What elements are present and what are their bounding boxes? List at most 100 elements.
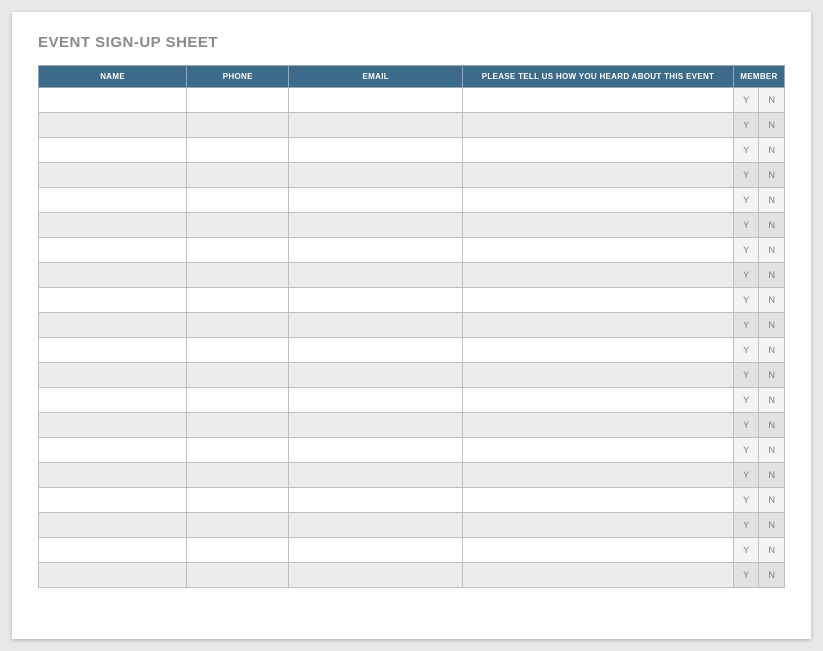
cell-email[interactable]	[289, 413, 463, 438]
cell-name[interactable]	[39, 138, 187, 163]
cell-email[interactable]	[289, 113, 463, 138]
cell-member-yes[interactable]: Y	[733, 463, 759, 488]
cell-member-yes[interactable]: Y	[733, 413, 759, 438]
cell-member-yes[interactable]: Y	[733, 488, 759, 513]
cell-name[interactable]	[39, 163, 187, 188]
cell-heard[interactable]	[463, 163, 734, 188]
cell-member-yes[interactable]: Y	[733, 163, 759, 188]
cell-phone[interactable]	[187, 563, 289, 588]
cell-heard[interactable]	[463, 113, 734, 138]
cell-member-no[interactable]: N	[759, 138, 785, 163]
cell-heard[interactable]	[463, 413, 734, 438]
cell-member-no[interactable]: N	[759, 288, 785, 313]
cell-email[interactable]	[289, 513, 463, 538]
cell-member-no[interactable]: N	[759, 238, 785, 263]
cell-member-no[interactable]: N	[759, 163, 785, 188]
cell-email[interactable]	[289, 313, 463, 338]
cell-email[interactable]	[289, 263, 463, 288]
cell-member-no[interactable]: N	[759, 88, 785, 113]
cell-name[interactable]	[39, 263, 187, 288]
cell-member-yes[interactable]: Y	[733, 338, 759, 363]
cell-member-no[interactable]: N	[759, 488, 785, 513]
cell-member-yes[interactable]: Y	[733, 538, 759, 563]
cell-heard[interactable]	[463, 513, 734, 538]
cell-phone[interactable]	[187, 213, 289, 238]
cell-phone[interactable]	[187, 138, 289, 163]
cell-phone[interactable]	[187, 463, 289, 488]
cell-member-no[interactable]: N	[759, 338, 785, 363]
cell-member-no[interactable]: N	[759, 313, 785, 338]
cell-email[interactable]	[289, 463, 463, 488]
cell-email[interactable]	[289, 188, 463, 213]
cell-phone[interactable]	[187, 363, 289, 388]
cell-heard[interactable]	[463, 138, 734, 163]
cell-name[interactable]	[39, 538, 187, 563]
cell-member-yes[interactable]: Y	[733, 238, 759, 263]
cell-name[interactable]	[39, 388, 187, 413]
cell-email[interactable]	[289, 238, 463, 263]
cell-phone[interactable]	[187, 538, 289, 563]
cell-email[interactable]	[289, 88, 463, 113]
cell-phone[interactable]	[187, 338, 289, 363]
cell-name[interactable]	[39, 563, 187, 588]
cell-phone[interactable]	[187, 288, 289, 313]
cell-heard[interactable]	[463, 488, 734, 513]
cell-member-no[interactable]: N	[759, 463, 785, 488]
cell-heard[interactable]	[463, 213, 734, 238]
cell-heard[interactable]	[463, 363, 734, 388]
cell-member-no[interactable]: N	[759, 188, 785, 213]
cell-name[interactable]	[39, 113, 187, 138]
cell-heard[interactable]	[463, 313, 734, 338]
cell-name[interactable]	[39, 188, 187, 213]
cell-phone[interactable]	[187, 113, 289, 138]
cell-email[interactable]	[289, 488, 463, 513]
cell-heard[interactable]	[463, 238, 734, 263]
cell-member-yes[interactable]: Y	[733, 563, 759, 588]
cell-phone[interactable]	[187, 413, 289, 438]
cell-member-no[interactable]: N	[759, 563, 785, 588]
cell-phone[interactable]	[187, 513, 289, 538]
cell-heard[interactable]	[463, 388, 734, 413]
cell-member-yes[interactable]: Y	[733, 288, 759, 313]
cell-member-no[interactable]: N	[759, 113, 785, 138]
cell-email[interactable]	[289, 163, 463, 188]
cell-email[interactable]	[289, 288, 463, 313]
cell-email[interactable]	[289, 563, 463, 588]
cell-email[interactable]	[289, 438, 463, 463]
cell-email[interactable]	[289, 538, 463, 563]
cell-heard[interactable]	[463, 463, 734, 488]
cell-member-no[interactable]: N	[759, 513, 785, 538]
cell-phone[interactable]	[187, 88, 289, 113]
cell-name[interactable]	[39, 413, 187, 438]
cell-member-yes[interactable]: Y	[733, 438, 759, 463]
cell-name[interactable]	[39, 363, 187, 388]
cell-heard[interactable]	[463, 288, 734, 313]
cell-member-no[interactable]: N	[759, 363, 785, 388]
cell-name[interactable]	[39, 488, 187, 513]
cell-name[interactable]	[39, 338, 187, 363]
cell-email[interactable]	[289, 138, 463, 163]
cell-member-no[interactable]: N	[759, 213, 785, 238]
cell-name[interactable]	[39, 463, 187, 488]
cell-phone[interactable]	[187, 188, 289, 213]
cell-member-yes[interactable]: Y	[733, 513, 759, 538]
cell-phone[interactable]	[187, 388, 289, 413]
cell-phone[interactable]	[187, 238, 289, 263]
cell-phone[interactable]	[187, 438, 289, 463]
cell-name[interactable]	[39, 213, 187, 238]
cell-phone[interactable]	[187, 313, 289, 338]
cell-member-yes[interactable]: Y	[733, 88, 759, 113]
cell-member-no[interactable]: N	[759, 263, 785, 288]
cell-name[interactable]	[39, 313, 187, 338]
cell-member-yes[interactable]: Y	[733, 213, 759, 238]
cell-heard[interactable]	[463, 263, 734, 288]
cell-phone[interactable]	[187, 488, 289, 513]
cell-member-yes[interactable]: Y	[733, 188, 759, 213]
cell-email[interactable]	[289, 338, 463, 363]
cell-name[interactable]	[39, 513, 187, 538]
cell-name[interactable]	[39, 438, 187, 463]
cell-name[interactable]	[39, 238, 187, 263]
cell-member-no[interactable]: N	[759, 438, 785, 463]
cell-member-no[interactable]: N	[759, 413, 785, 438]
cell-heard[interactable]	[463, 338, 734, 363]
